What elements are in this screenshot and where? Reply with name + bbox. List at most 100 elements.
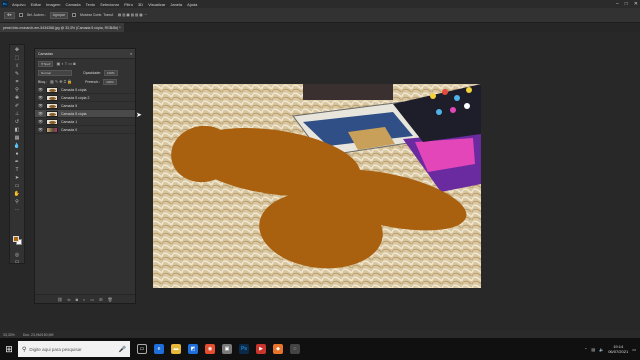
lasso-icon[interactable]: ℓ [13, 63, 21, 69]
stamp-icon[interactable]: ⊥ [13, 111, 21, 117]
gradient-icon[interactable]: ▦ [13, 135, 21, 141]
quick-mask-icon[interactable]: ◎ [13, 252, 21, 258]
doc-info[interactable]: Doc: 23,0M/150,9M [23, 333, 54, 337]
menu-arquivo[interactable]: Arquivo [12, 2, 26, 7]
edit-toolbar-icon[interactable]: ⋯ [13, 207, 21, 213]
foreground-color-swatch[interactable] [13, 236, 19, 242]
brush-icon[interactable]: ✐ [13, 103, 21, 109]
panel-menu-icon[interactable]: ≡ [130, 52, 132, 56]
windows-start-icon[interactable]: ⊞ [0, 338, 18, 360]
menu-texto[interactable]: Texto [86, 2, 96, 7]
layer-name: Camada 5 cópia 2 [61, 95, 90, 100]
menu-janela[interactable]: Janela [170, 2, 182, 7]
document-tab[interactable]: pexel-foto-monarch-em-5434368.jpg @ 33,3… [0, 23, 124, 32]
photoshop-taskbar-icon[interactable]: Ps [239, 344, 249, 354]
menu-camada[interactable]: Camada [65, 2, 80, 7]
eye-icon[interactable]: 👁 [38, 111, 43, 116]
store-icon[interactable]: ◩ [188, 344, 198, 354]
history-brush-icon[interactable]: ↺ [13, 119, 21, 125]
path-select-icon[interactable]: ➤ [13, 175, 21, 181]
photoshop-logo[interactable]: Ps [2, 1, 8, 7]
edge-icon[interactable]: e [154, 344, 164, 354]
microphone-icon[interactable]: 🎤 [119, 346, 126, 353]
hand-icon[interactable]: ✋ [13, 191, 21, 197]
link-layers-icon[interactable]: ⛓ [57, 297, 62, 302]
type-icon[interactable]: T [13, 167, 21, 173]
menu-ajuda[interactable]: Ajuda [187, 2, 197, 7]
layers-panel-header: Camadas ≡ [35, 49, 135, 59]
app-icon-3[interactable]: ◆ [273, 344, 283, 354]
eye-icon[interactable]: 👁 [38, 127, 43, 132]
marquee-icon[interactable]: ⬚ [13, 55, 21, 61]
layer-row[interactable]: 👁 Camada 0 [35, 126, 135, 134]
layer-row[interactable]: 👁 Camada 5 cópia 2 [35, 94, 135, 102]
layers-panel: Camadas ≡ ⚲ Tipo ▾ ▣ ◐ T ▭ ◙ Normal Opac… [34, 48, 136, 304]
layer-row[interactable]: 👁 Camada 5 [35, 102, 135, 110]
layer-row-selected[interactable]: 👁 Camada 5 cópia [35, 110, 135, 118]
menu-editar[interactable]: Editar [31, 2, 41, 7]
zoom-level[interactable]: 33,33% [3, 333, 15, 337]
fill-field[interactable]: 100% [103, 78, 117, 85]
volume-icon[interactable]: 🔈 [599, 347, 604, 352]
eye-icon[interactable]: 👁 [38, 87, 43, 92]
new-group-icon[interactable]: ▭ [90, 297, 94, 302]
menu-visualizar[interactable]: Visualizar [148, 2, 165, 7]
minimize-button[interactable]: – [616, 1, 619, 7]
document-canvas[interactable] [153, 84, 481, 288]
new-layer-icon[interactable]: ⊞ [99, 297, 102, 302]
tray-up-arrow-icon[interactable]: ⌃ [584, 347, 587, 352]
eyedropper-icon[interactable]: ⚲ [13, 87, 21, 93]
file-explorer-icon[interactable]: ▬ [171, 344, 181, 354]
notifications-icon[interactable]: ▭ [632, 347, 636, 352]
layers-panel-title[interactable]: Camadas [38, 52, 53, 56]
shape-icon[interactable]: ▭ [13, 183, 21, 189]
layer-row[interactable]: 👁 Camada 1 [35, 118, 135, 126]
eye-icon[interactable]: 👁 [38, 95, 43, 100]
move-icon[interactable]: ✥ [13, 47, 21, 53]
app-icon-4[interactable]: ◌ [290, 344, 300, 354]
healing-icon[interactable]: ✚ [13, 95, 21, 101]
layer-row[interactable]: 👁 Camada 5 cópia [35, 86, 135, 94]
auto-select-checkbox[interactable] [18, 13, 23, 17]
close-button[interactable]: ✕ [634, 1, 638, 7]
network-icon[interactable]: ▤ [591, 347, 595, 352]
chrome-icon[interactable]: ◉ [205, 344, 215, 354]
eraser-icon[interactable]: ◧ [13, 127, 21, 133]
lock-icons[interactable]: ▦ ✎ ✥ ⌗ 🔒 [50, 79, 72, 84]
menu-imagem[interactable]: Imagem [46, 2, 60, 7]
eye-icon[interactable]: 👁 [38, 103, 43, 108]
screen-mode-icon[interactable]: ▭ [13, 259, 21, 265]
taskbar-search-box[interactable]: ⚲ Digite aqui para pesquisar 🎤 [18, 341, 130, 357]
menu-filtro[interactable]: Filtro [124, 2, 133, 7]
quick-select-icon[interactable]: ✎ [13, 71, 21, 77]
menu-3d[interactable]: 3D [138, 2, 143, 7]
pen-icon[interactable]: ✒ [13, 159, 21, 165]
crop-icon[interactable]: ⌗ [13, 79, 21, 85]
app-icon-2[interactable]: ▶ [256, 344, 266, 354]
clock[interactable]: 19:14 06/07/2021 [608, 344, 628, 354]
eye-icon[interactable]: 👁 [38, 119, 43, 124]
menu-selecionar[interactable]: Selecionar [100, 2, 119, 7]
vector-selection-icon[interactable]: ✥▾ [4, 11, 15, 19]
options-bar: ✥▾ Sel. Autom.: Agrupar Mostrar Contr. T… [0, 8, 640, 23]
dodge-icon[interactable]: ● [13, 151, 21, 157]
blur-icon[interactable]: 💧 [13, 143, 21, 149]
layer-name: Camada 1 [61, 119, 78, 124]
delete-layer-icon[interactable]: 🗑 [108, 297, 113, 302]
transform-controls-checkbox[interactable] [72, 13, 77, 17]
filter-kind-dropdown[interactable]: ⚲ Tipo ▾ [38, 60, 54, 67]
zoom-icon[interactable]: ⚲ [13, 199, 21, 205]
adjustment-layer-icon[interactable]: ◐ [83, 297, 85, 302]
opacity-field[interactable]: 100% [103, 69, 118, 76]
layer-style-icon[interactable]: fx [67, 297, 70, 302]
blend-mode-dropdown[interactable]: Normal [38, 69, 72, 76]
maximize-button[interactable]: □ [625, 1, 628, 7]
auto-select-label: Sel. Autom.: [26, 13, 46, 17]
align-icons[interactable]: ▤ ▥ ▦ ▧ ▨ ▩ ⋯ [118, 13, 147, 17]
task-view-icon[interactable]: ▭ [137, 344, 147, 354]
add-mask-icon[interactable]: ◙ [76, 297, 78, 302]
layer-thumbnail [46, 118, 58, 125]
auto-select-dropdown[interactable]: Agrupar [49, 11, 69, 19]
app-icon[interactable]: ▣ [222, 344, 232, 354]
filter-icons[interactable]: ▣ ◐ T ▭ ◙ [56, 61, 75, 66]
